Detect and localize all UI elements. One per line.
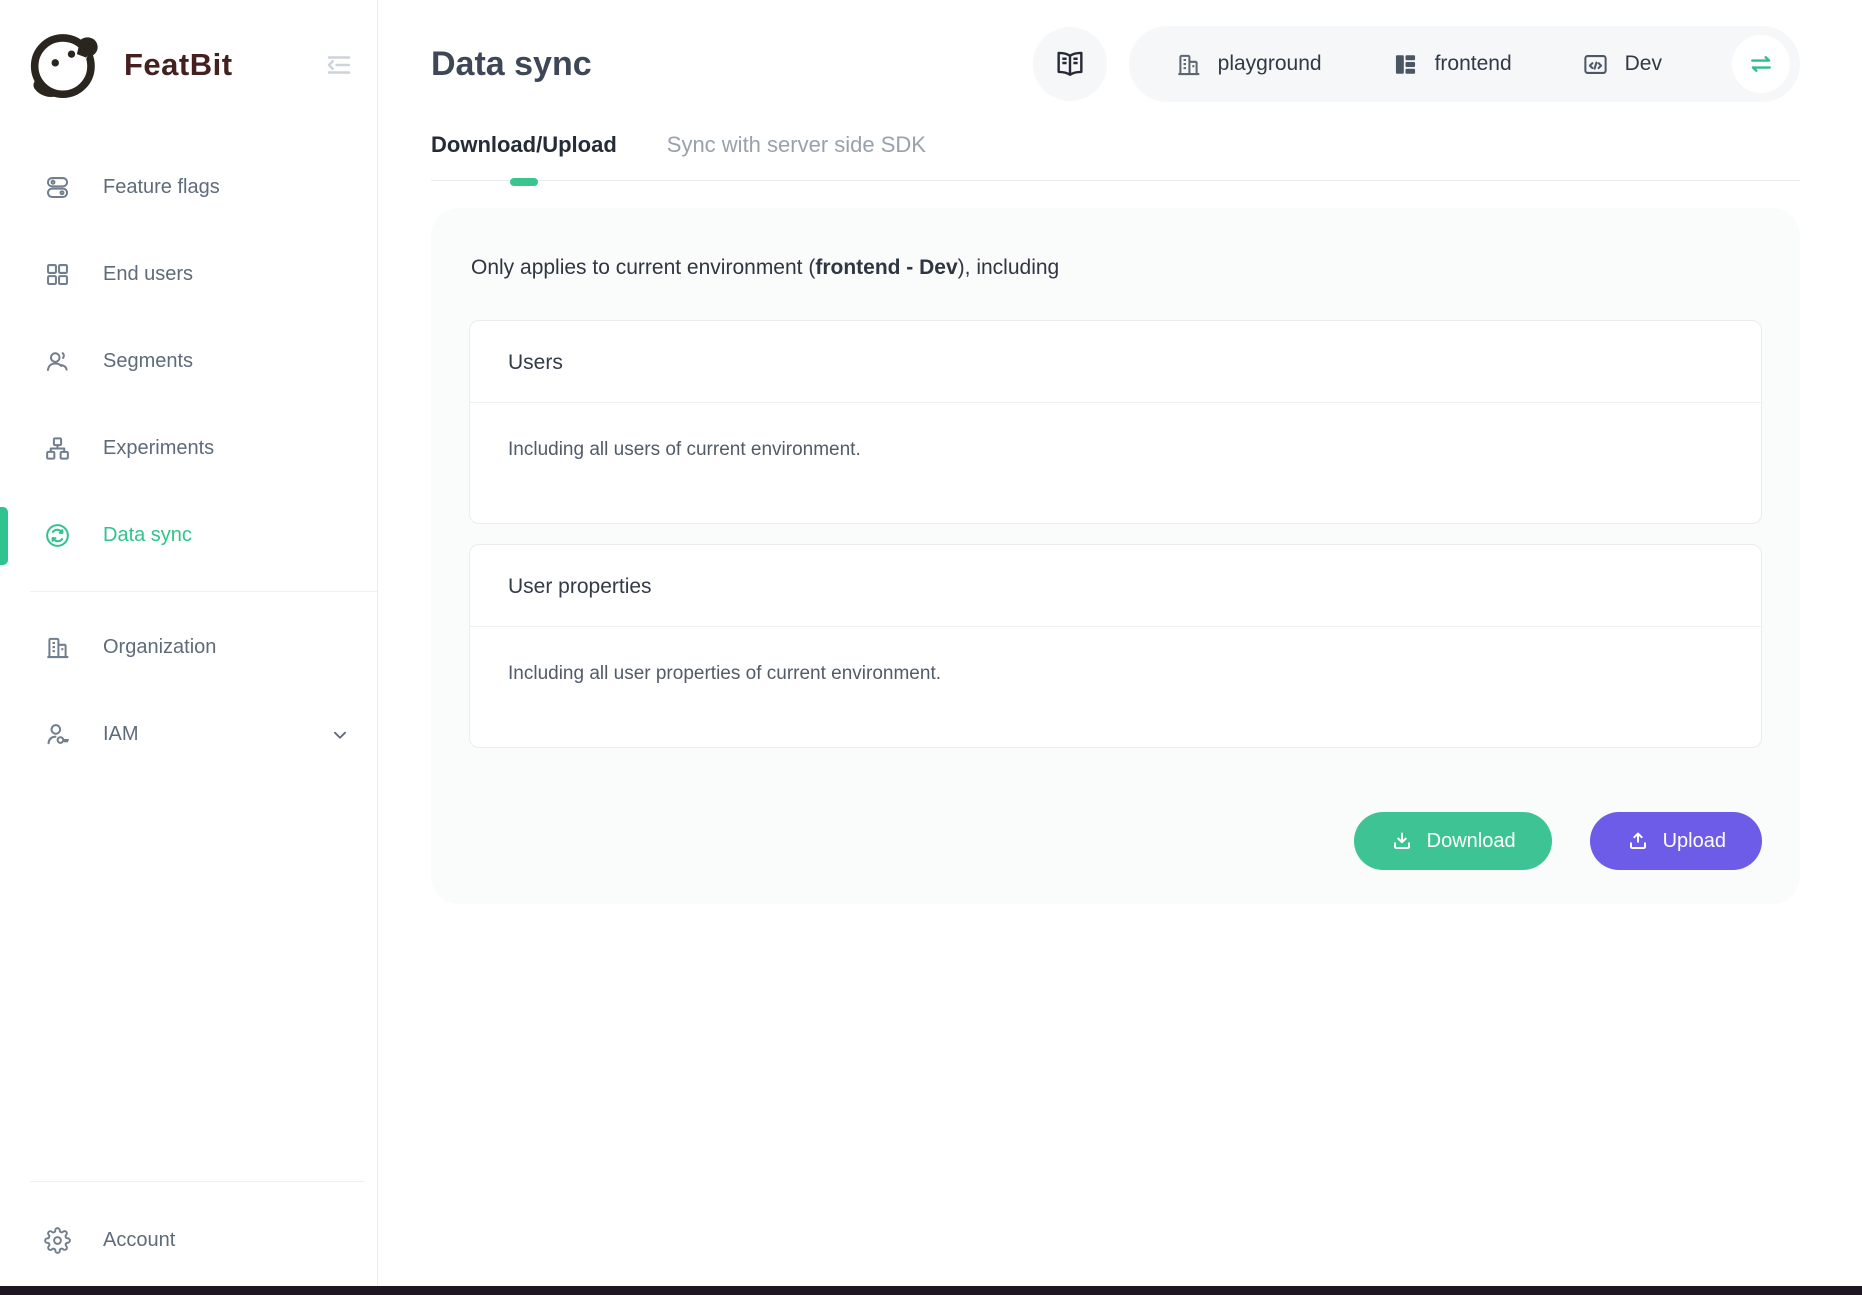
main-content: Data sync	[378, 0, 1862, 1295]
end-users-icon	[44, 261, 71, 288]
sidebar-divider	[30, 591, 377, 592]
featbit-logo-icon	[26, 26, 104, 104]
page-title: Data sync	[431, 45, 592, 84]
building-icon	[1175, 51, 1202, 78]
sidebar-item-segments[interactable]: Segments	[0, 318, 377, 405]
notice-prefix: Only applies to current environment (	[471, 256, 815, 279]
brand-name: FeatBit	[124, 47, 233, 83]
download-upload-panel: Only applies to current environment (fro…	[431, 208, 1800, 904]
sidebar-item-label: Feature flags	[103, 176, 220, 199]
sidebar-item-label: Organization	[103, 636, 216, 659]
project-name: playground	[1218, 52, 1322, 76]
chevron-down-icon	[329, 724, 351, 746]
sidebar: FeatBit Feature flags	[0, 0, 378, 1295]
user-properties-card-description: Including all user properties of current…	[470, 627, 1761, 747]
project-selector[interactable]: playground	[1175, 51, 1322, 78]
tab-label: Sync with server side SDK	[667, 132, 926, 157]
environment-selector[interactable]: Dev	[1582, 51, 1662, 78]
context-switcher: playground frontend	[1129, 26, 1800, 102]
upload-icon	[1626, 829, 1650, 853]
gear-icon	[44, 1227, 71, 1254]
sidebar-item-label: IAM	[103, 723, 139, 746]
notice-environment: frontend - Dev	[815, 256, 957, 279]
active-tab-indicator	[510, 178, 538, 186]
organization-icon	[44, 634, 71, 661]
sidebar-item-end-users[interactable]: End users	[0, 231, 377, 318]
sidebar-item-experiments[interactable]: Experiments	[0, 405, 377, 492]
sidebar-item-label: End users	[103, 263, 193, 286]
product-selector[interactable]: frontend	[1392, 51, 1512, 78]
header-right: playground frontend	[1033, 26, 1800, 102]
download-button-label: Download	[1427, 830, 1516, 853]
logo-row: FeatBit	[0, 0, 377, 130]
tab-bar: Download/Upload Sync with server side SD…	[431, 132, 1800, 181]
experiments-icon	[44, 435, 71, 462]
switch-environment-button[interactable]	[1732, 35, 1790, 93]
sidebar-item-data-sync[interactable]: Data sync	[0, 492, 377, 579]
tab-download-upload[interactable]: Download/Upload	[431, 132, 617, 158]
menu-fold-icon[interactable]	[321, 47, 357, 83]
users-card-title: Users	[470, 321, 1761, 403]
notice-suffix: ), including	[958, 256, 1060, 279]
users-card: Users Including all users of current env…	[469, 320, 1762, 524]
code-window-icon	[1582, 51, 1609, 78]
sidebar-item-label: Account	[103, 1229, 175, 1252]
download-icon	[1390, 829, 1414, 853]
sidebar-item-label: Experiments	[103, 437, 214, 460]
swap-icon	[1746, 49, 1776, 79]
segments-icon	[44, 348, 71, 375]
sidebar-bottom: Account	[0, 1169, 377, 1286]
sidebar-item-label: Data sync	[103, 524, 192, 547]
user-properties-card-title: User properties	[470, 545, 1761, 627]
sidebar-item-account[interactable]: Account	[0, 1194, 377, 1286]
user-properties-card: User properties Including all user prope…	[469, 544, 1762, 748]
book-open-icon	[1053, 47, 1087, 81]
panel-actions: Download Upload	[469, 812, 1762, 870]
upload-button-label: Upload	[1663, 830, 1726, 853]
tab-sync-server-sdk[interactable]: Sync with server side SDK	[667, 132, 926, 158]
sidebar-item-feature-flags[interactable]: Feature flags	[0, 144, 377, 231]
sidebar-divider	[30, 1181, 365, 1182]
product-name: frontend	[1435, 52, 1512, 76]
iam-icon	[44, 721, 71, 748]
download-button[interactable]: Download	[1354, 812, 1552, 870]
feature-flags-icon	[44, 174, 71, 201]
server-stack-icon	[1392, 51, 1419, 78]
active-indicator	[0, 507, 8, 565]
app-root: FeatBit Feature flags	[0, 0, 1862, 1295]
docs-button[interactable]	[1033, 27, 1107, 101]
window-bottom-edge	[0, 1286, 1862, 1295]
sidebar-item-label: Segments	[103, 350, 193, 373]
users-card-description: Including all users of current environme…	[470, 403, 1761, 523]
data-sync-icon	[44, 522, 71, 549]
sidebar-item-organization[interactable]: Organization	[0, 604, 377, 691]
environment-notice: Only applies to current environment (fro…	[469, 256, 1762, 280]
upload-button[interactable]: Upload	[1590, 812, 1762, 870]
sidebar-item-iam[interactable]: IAM	[0, 691, 377, 778]
sidebar-nav: Feature flags End users	[0, 130, 377, 1169]
tab-label: Download/Upload	[431, 132, 617, 157]
main-header: Data sync	[431, 14, 1800, 114]
environment-name: Dev	[1625, 52, 1662, 76]
